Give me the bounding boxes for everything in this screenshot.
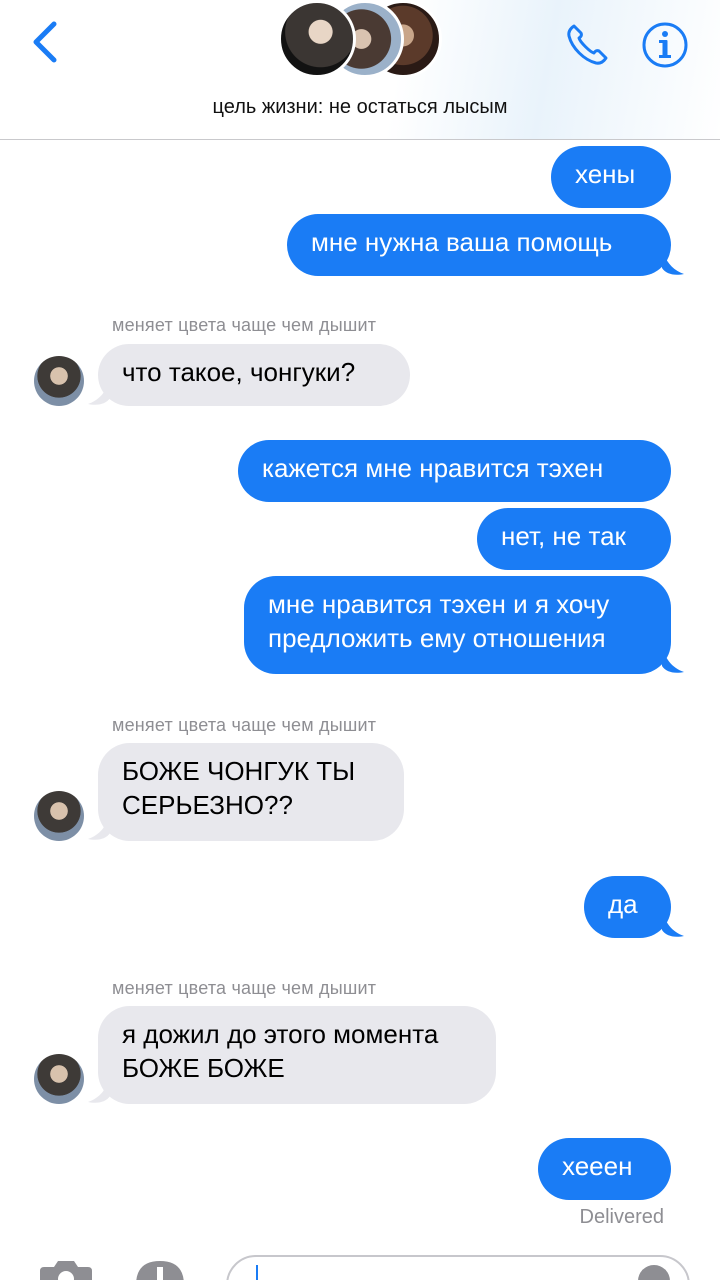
phone-icon [567, 24, 608, 65]
text-cursor [256, 1265, 258, 1280]
compose-bar [0, 1235, 720, 1280]
bubble-tail [88, 376, 110, 405]
delivery-status: Delivered [579, 1206, 664, 1228]
outgoing-message[interactable]: кажется мне нравится тэхен [238, 440, 671, 502]
bubble-tail [662, 644, 684, 673]
microphone-icon[interactable] [638, 1265, 670, 1280]
outgoing-message[interactable]: хееен [538, 1138, 671, 1200]
app-store-icon [136, 1261, 184, 1280]
group-avatar [278, 0, 356, 78]
camera-button[interactable] [36, 1259, 96, 1280]
incoming-message[interactable]: я дожил до этого момента БОЖЕ БОЖЕ [98, 1006, 496, 1104]
outgoing-message[interactable]: мне нужна ваша помощь [287, 214, 671, 276]
details-button[interactable] [640, 20, 690, 70]
outgoing-message[interactable]: мне нравится тэхен и я хочу предложить е… [244, 576, 671, 674]
sender-name: меняет цвета чаще чем дышит [112, 315, 377, 335]
outgoing-message[interactable]: нет, не так [477, 508, 671, 570]
chevron-left-icon [33, 21, 57, 63]
bubble-tail [662, 908, 684, 937]
info-icon [642, 22, 688, 68]
message-input[interactable] [226, 1255, 690, 1280]
sender-avatar[interactable] [34, 1054, 84, 1104]
group-avatars[interactable] [278, 0, 448, 80]
sender-avatar[interactable] [34, 791, 84, 841]
incoming-message[interactable]: что такое, чонгуки? [98, 344, 410, 406]
camera-icon [40, 1261, 92, 1280]
sender-name: меняет цвета чаще чем дышит [112, 978, 377, 998]
back-button[interactable] [26, 18, 66, 66]
outgoing-message[interactable]: да [584, 876, 671, 938]
outgoing-message[interactable]: хены [551, 146, 671, 208]
group-title[interactable]: цель жизни: не остаться лысым [0, 96, 720, 119]
bubble-tail [88, 1074, 110, 1103]
bubble-tail [88, 811, 110, 840]
incoming-message[interactable]: БОЖЕ ЧОНГУК ТЫ СЕРЬЕЗНО?? [98, 743, 404, 841]
sender-avatar[interactable] [34, 356, 84, 406]
sender-name: меняет цвета чаще чем дышит [112, 715, 377, 735]
conversation-header: цель жизни: не остаться лысым [0, 0, 720, 140]
bubble-tail [662, 246, 684, 275]
apps-button[interactable] [130, 1255, 190, 1280]
call-button[interactable] [562, 20, 612, 70]
